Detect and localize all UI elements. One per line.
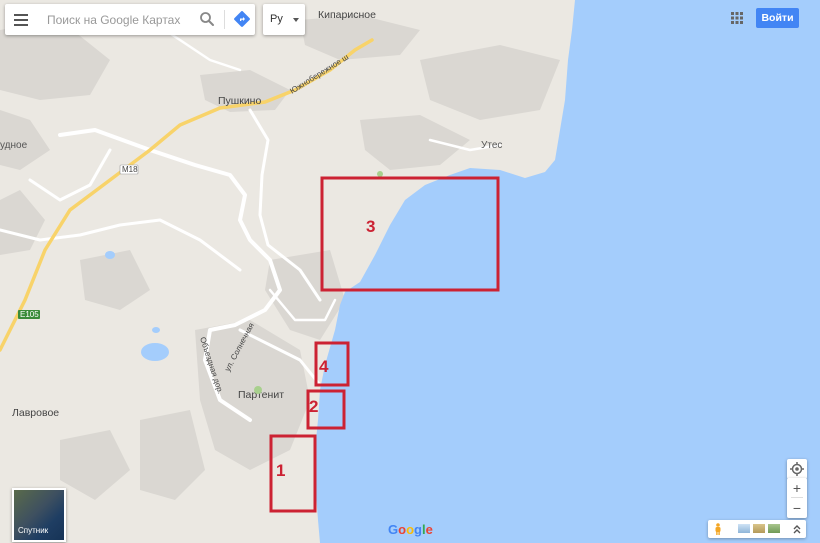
map-canvas[interactable]: Кипарисное Пушкино Утес Партенит Лаврово… <box>0 0 820 543</box>
directions-icon[interactable] <box>233 10 251 28</box>
place-kiparisnoe: Кипарисное <box>318 9 376 21</box>
imagery-thumbnail-1[interactable] <box>738 524 750 533</box>
place-utes: Утес <box>481 140 502 151</box>
zoom-in-button[interactable]: + <box>787 478 807 498</box>
search-input[interactable] <box>45 10 199 30</box>
marker-label-4: 4 <box>319 357 329 376</box>
zoom-out-button[interactable]: − <box>787 498 807 518</box>
search-icon[interactable] <box>199 11 215 27</box>
road-shield-e105: E105 <box>18 310 40 319</box>
expand-icon[interactable] <box>792 523 802 535</box>
apps-grid-icon[interactable] <box>731 12 743 24</box>
language-value: Ру <box>270 13 283 25</box>
search-box <box>5 4 255 35</box>
imagery-thumbnail-2[interactable] <box>753 524 765 533</box>
menu-icon[interactable] <box>14 12 32 28</box>
chevron-down-icon <box>293 18 299 22</box>
svg-text:E105: E105 <box>20 310 39 319</box>
satellite-toggle[interactable]: Спутник <box>12 488 66 542</box>
marker-label-2: 2 <box>309 397 318 416</box>
satellite-label: Спутник <box>18 526 49 535</box>
my-location-icon <box>790 462 804 476</box>
marker-label-3: 3 <box>366 217 375 236</box>
zoom-control: + − <box>787 478 807 518</box>
road-shield-m18: M18 <box>119 164 139 175</box>
search-divider <box>224 10 225 29</box>
marker-label-1: 1 <box>276 461 285 480</box>
svg-text:M18: M18 <box>122 165 138 174</box>
google-logo: Google <box>388 522 433 537</box>
imagery-bar <box>708 520 806 538</box>
place-udnoe: удное <box>0 140 28 151</box>
place-lavrovoe: Лавровое <box>12 407 59 419</box>
language-selector[interactable]: Ру <box>263 4 305 35</box>
pegman-icon[interactable] <box>714 523 722 535</box>
signin-button[interactable]: Войти <box>756 8 799 28</box>
place-pushkino: Пушкино <box>218 95 261 107</box>
imagery-thumbnail-3[interactable] <box>768 524 780 533</box>
my-location-button[interactable] <box>787 459 807 479</box>
